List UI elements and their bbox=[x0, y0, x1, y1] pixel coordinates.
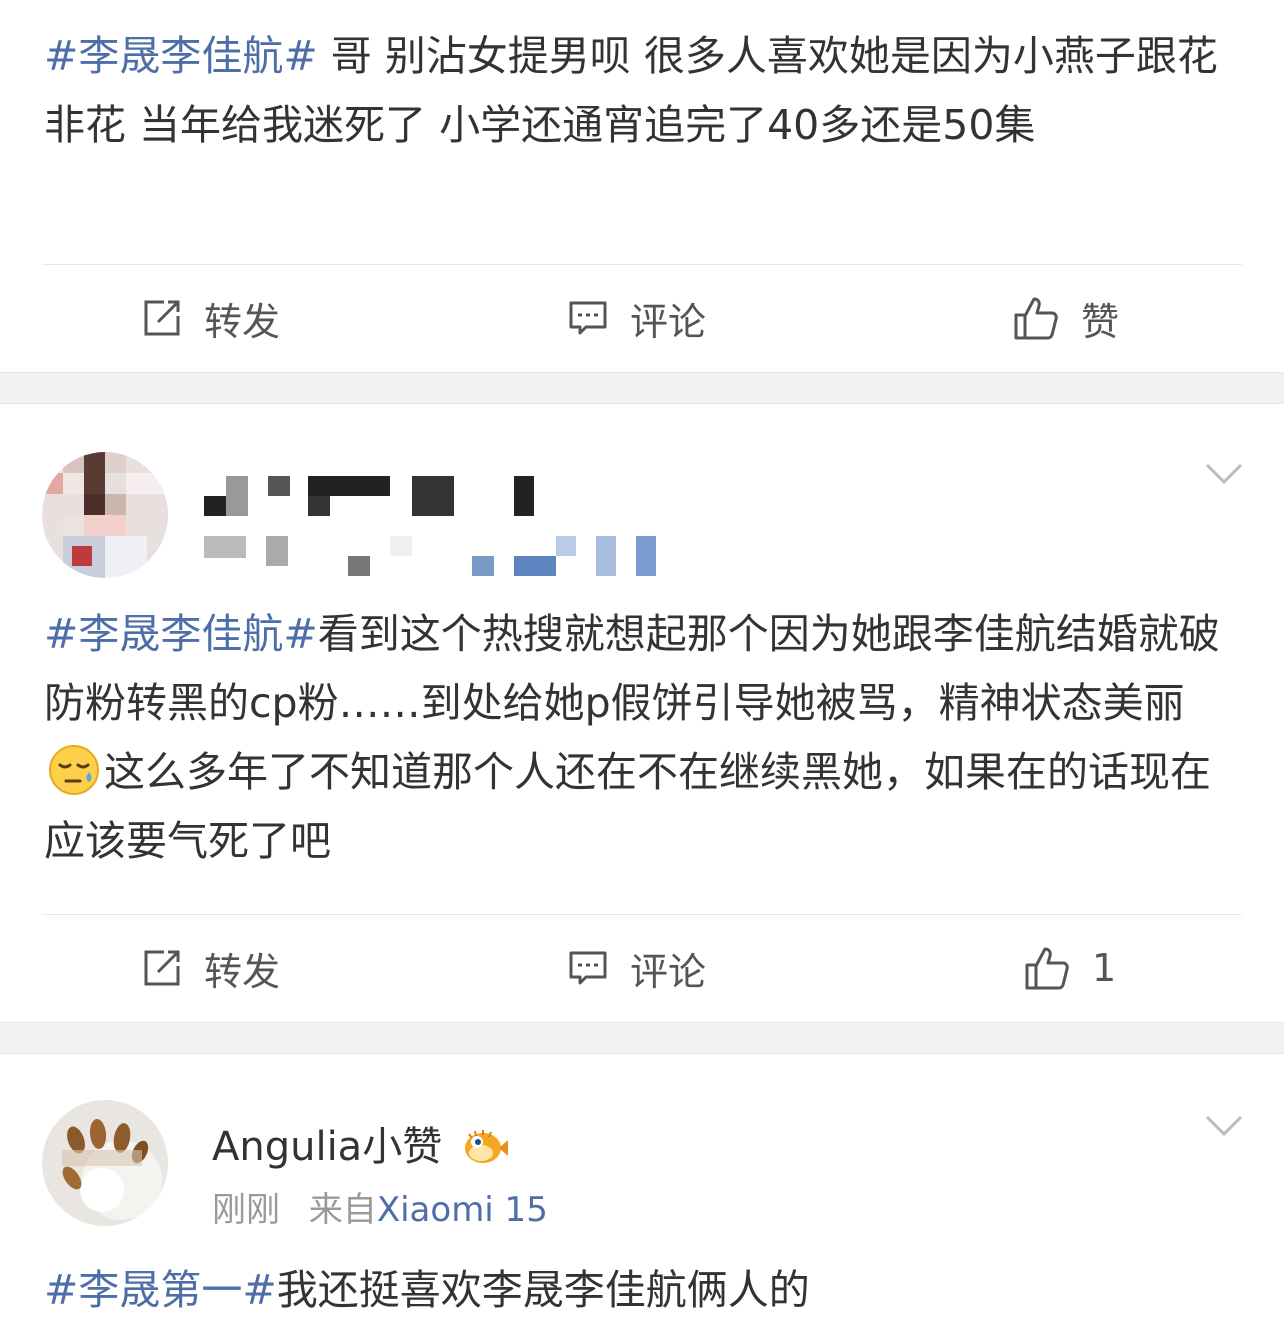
username[interactable]: Angulia小赞 bbox=[212, 1114, 509, 1172]
avatar[interactable] bbox=[42, 452, 168, 578]
chevron-down-icon[interactable] bbox=[1204, 1114, 1244, 1138]
post-3-text: #李晟第一#我还挺喜欢李晟李佳航俩人的 bbox=[44, 1256, 1240, 1325]
thumbs-up-icon bbox=[1025, 947, 1069, 990]
like-label: 赞 bbox=[1081, 299, 1120, 344]
comment-button[interactable]: 评论 bbox=[568, 915, 706, 1021]
post-meta: 刚刚 来自Xiaomi 15 bbox=[212, 1182, 548, 1231]
repost-button[interactable]: 转发 bbox=[142, 265, 280, 371]
repost-icon bbox=[144, 300, 180, 336]
comment-label: 评论 bbox=[630, 949, 707, 994]
post-2-text: #李晟李佳航#看到这个热搜就想起那个因为她跟李佳航结婚就破防粉转黑的cp粉……到… bbox=[44, 600, 1240, 876]
comment-label: 评论 bbox=[630, 299, 707, 344]
post-1: #李晟李佳航# 哥 别沾女提男呗 很多人喜欢她是因为小燕子跟花非花 当年给我迷死… bbox=[0, 0, 1284, 372]
comment-icon bbox=[569, 301, 607, 335]
action-bar: 转发 评论 1 bbox=[0, 915, 1284, 1021]
sweat-emoji-icon bbox=[49, 745, 99, 795]
avatar-image-nails bbox=[42, 1100, 168, 1226]
comment-button[interactable]: 评论 bbox=[568, 265, 706, 371]
hashtag-link[interactable]: #李晟李佳航# bbox=[44, 32, 318, 80]
thumbs-up-icon bbox=[1014, 297, 1058, 340]
post-1-text: #李晟李佳航# 哥 别沾女提男呗 很多人喜欢她是因为小燕子跟花非花 当年给我迷死… bbox=[44, 0, 1240, 160]
feed-separator bbox=[0, 1022, 1284, 1054]
redacted-username bbox=[204, 476, 544, 526]
pixelated-avatar-image bbox=[42, 452, 168, 578]
post-3: Angulia小赞 刚刚 来自Xiaomi 15 #李晟第一#我还挺喜欢李晟李佳… bbox=[0, 1054, 1284, 1338]
repost-label: 转发 bbox=[204, 949, 281, 994]
redacted-meta bbox=[204, 536, 664, 578]
username-text: Angulia小赞 bbox=[212, 1124, 443, 1170]
comment-icon bbox=[569, 951, 607, 985]
hashtag-link[interactable]: #李晟第一# bbox=[44, 1266, 277, 1314]
post-body: 我还挺喜欢李晟李佳航俩人的 bbox=[276, 1266, 810, 1314]
repost-label: 转发 bbox=[204, 299, 281, 344]
post-2: #李晟李佳航#看到这个热搜就想起那个因为她跟李佳航结婚就破防粉转黑的cp粉……到… bbox=[0, 404, 1284, 1022]
post-header bbox=[0, 404, 1284, 604]
chevron-down-icon[interactable] bbox=[1204, 462, 1244, 486]
feed-separator bbox=[0, 372, 1284, 404]
like-count: 1 bbox=[1092, 946, 1117, 990]
action-bar: 转发 评论 赞 bbox=[0, 265, 1284, 371]
post-body-part2: 这么多年了不知道那个人还在不在继续黑她，如果在的话现在应该要气死了吧 bbox=[44, 748, 1211, 865]
avatar[interactable] bbox=[42, 1100, 168, 1226]
like-button[interactable]: 1 bbox=[1024, 915, 1116, 1021]
repost-button[interactable]: 转发 bbox=[142, 915, 280, 1021]
repost-icon bbox=[144, 950, 180, 986]
pufferfish-badge-icon bbox=[464, 1130, 508, 1163]
source-device[interactable]: Xiaomi 15 bbox=[377, 1190, 548, 1230]
timestamp: 刚刚 bbox=[212, 1190, 280, 1230]
hashtag-link[interactable]: #李晟李佳航# bbox=[44, 610, 318, 658]
like-button[interactable]: 赞 bbox=[1013, 265, 1119, 371]
source-prefix: 来自 bbox=[308, 1190, 377, 1230]
